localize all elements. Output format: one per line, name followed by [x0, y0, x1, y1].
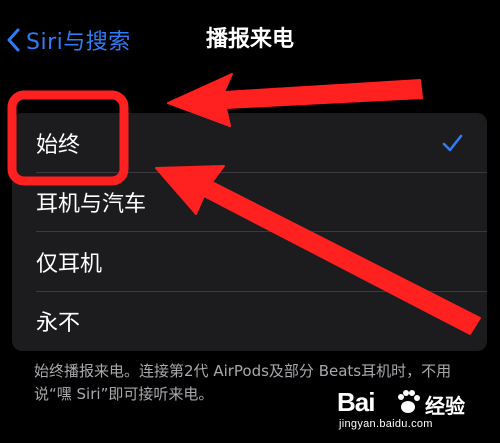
chevron-left-icon [7, 28, 20, 52]
watermark-site: jingyan.baidu.com [339, 418, 433, 430]
option-label: 始终 [36, 132, 81, 158]
option-label: 永不 [36, 311, 81, 337]
option-label: 仅耳机 [36, 251, 103, 277]
page-title: 播报来电 [205, 27, 294, 52]
option-headphones-only[interactable]: 仅耳机 [12, 232, 487, 292]
navigation-bar: Siri与搜索 播报来电 [0, 0, 500, 80]
back-button[interactable]: Siri与搜索 [6, 22, 131, 58]
paw-icon [398, 390, 420, 413]
watermark-brand: Bai [337, 387, 375, 417]
option-always[interactable]: 始终 [12, 113, 487, 173]
checkmark-icon [442, 134, 463, 152]
option-never[interactable]: 永不 [12, 292, 487, 352]
option-headphones-and-car[interactable]: 耳机与汽车 [12, 173, 487, 232]
option-label: 耳机与汽车 [36, 192, 147, 218]
watermark-suffix: 经验 [425, 394, 465, 418]
announce-calls-options-list: 始终 耳机与汽车 仅耳机 永不 [12, 113, 487, 351]
baidu-jingyan-watermark: Bai 经验 jingyan.baidu.com [337, 387, 492, 437]
back-button-label: Siri与搜索 [26, 30, 131, 55]
screen: Siri与搜索 播报来电 始终 耳机与汽车 仅耳机 永不 始终播报来电。连接第2… [0, 0, 500, 443]
